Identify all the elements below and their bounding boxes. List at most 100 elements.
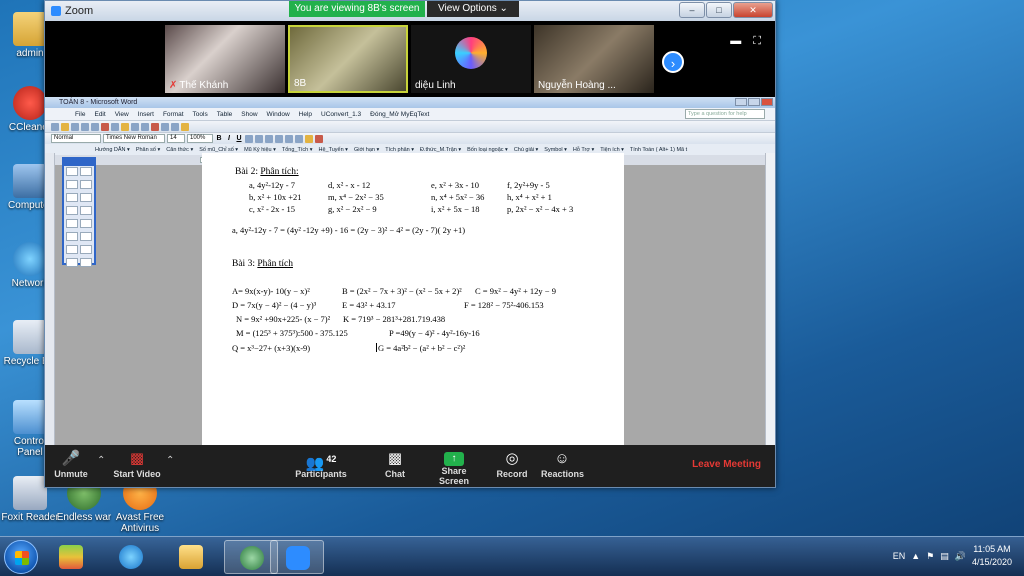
menu-window[interactable]: Window [267, 111, 290, 118]
columns-icon[interactable] [171, 122, 179, 131]
minimize-button[interactable]: – [679, 2, 705, 18]
start-button[interactable] [4, 540, 38, 574]
addin-phan-so[interactable]: Phân số ▾ [136, 147, 160, 153]
addin-mu-ky-hieu[interactable]: Mũ Ký hiệu ▾ [244, 147, 276, 153]
eq-tool-icon[interactable] [66, 232, 78, 241]
show-hidden-icons[interactable]: ▲ [911, 551, 920, 561]
style-select[interactable]: Normal [51, 134, 101, 143]
font-size-select[interactable]: 14 [167, 134, 185, 143]
taskbar-zoom[interactable] [270, 540, 324, 574]
menu-file[interactable]: File [75, 111, 85, 118]
eq-tool-icon[interactable] [66, 180, 78, 189]
network-icon[interactable]: ▤ [940, 551, 949, 562]
text-color-icon[interactable] [315, 134, 323, 143]
word-maximize-button[interactable] [748, 98, 760, 106]
underline-button[interactable]: U [235, 135, 243, 142]
eq-tool-icon[interactable] [66, 167, 78, 176]
view-options-button[interactable]: View Options ⌄ [427, 1, 519, 17]
word-minimize-button[interactable] [735, 98, 747, 106]
eq-tool-icon[interactable] [80, 206, 92, 215]
next-page-arrow-icon[interactable]: › [662, 51, 684, 73]
audio-options-caret-icon[interactable]: ⌃ [97, 455, 105, 466]
numbering-icon[interactable] [285, 134, 293, 143]
maximize-button[interactable]: □ [706, 2, 732, 18]
participant-tile[interactable]: Nguyễn Hoàng ... [534, 25, 654, 93]
eq-tool-icon[interactable] [80, 232, 92, 241]
menu-help[interactable]: Help [299, 111, 312, 118]
share-screen-button[interactable]: ↑ Share Screen [428, 449, 480, 486]
participant-tile[interactable]: diệu Linh [411, 25, 531, 93]
undo-icon[interactable] [131, 122, 139, 131]
align-right-icon[interactable] [265, 134, 273, 143]
equation-toolbar[interactable] [62, 157, 96, 267]
vertical-ruler[interactable] [45, 153, 55, 445]
clock[interactable]: 11:05 AM 4/15/2020 [972, 543, 1012, 569]
eq-tool-icon[interactable] [80, 245, 92, 254]
eq-tool-icon[interactable] [66, 245, 78, 254]
eq-tool-icon[interactable] [66, 206, 78, 215]
table-icon[interactable] [161, 122, 169, 131]
menu-tools[interactable]: Tools [193, 111, 208, 118]
addin-ngoac[interactable]: Bốn loại ngoặc ▾ [467, 147, 508, 153]
record-button[interactable]: ◎ Record [495, 449, 529, 479]
menu-insert[interactable]: Insert [138, 111, 154, 118]
participants-button[interactable]: 👥 42 Participants [295, 449, 347, 479]
taskbar-bluestacks[interactable] [44, 540, 98, 574]
addin-he-tuyen[interactable]: Hệ_Tuyển ▾ [318, 147, 347, 153]
eq-tool-icon[interactable] [66, 219, 78, 228]
menu-table[interactable]: Table [217, 111, 233, 118]
addin-ho-tro[interactable]: Hỗ Trợ ▾ [573, 147, 594, 153]
addin-can-thuc[interactable]: Căn thức ▾ [166, 147, 193, 153]
menu-format[interactable]: Format [163, 111, 184, 118]
eq-tool-icon[interactable] [66, 193, 78, 202]
volume-icon[interactable]: 🔊 [955, 551, 966, 562]
taskbar-internet-explorer[interactable] [104, 540, 158, 574]
vertical-scrollbar[interactable] [765, 153, 775, 445]
document-page[interactable]: Bài 2: Phân tích: a, 4y²-12y - 7 d, x² - … [202, 153, 624, 445]
leave-meeting-button[interactable]: Leave Meeting [692, 459, 761, 470]
font-select[interactable]: Times New Roman [103, 134, 165, 143]
language-indicator[interactable]: EN [893, 551, 906, 561]
taskbar-file-explorer[interactable] [164, 540, 218, 574]
eq-tool-icon[interactable] [80, 193, 92, 202]
italic-button[interactable]: I [225, 135, 233, 142]
open-icon[interactable] [61, 122, 69, 131]
bold-button[interactable]: B [215, 135, 223, 142]
menu-view[interactable]: View [115, 111, 129, 118]
addin-tien-ich[interactable]: Tiện ích ▾ [600, 147, 624, 153]
close-button[interactable]: ✕ [733, 2, 773, 18]
font-color-icon[interactable] [151, 122, 159, 131]
eq-tool-icon[interactable] [80, 167, 92, 176]
justify-icon[interactable] [275, 134, 283, 143]
addin-tong-tich[interactable]: Tổng_Tích ▾ [282, 147, 313, 153]
spell-check-icon[interactable] [91, 122, 99, 131]
copy-icon[interactable] [111, 122, 119, 131]
menu-edit[interactable]: Edit [94, 111, 105, 118]
bullets-icon[interactable] [295, 134, 303, 143]
help-search-input[interactable]: Type a question for help [685, 109, 765, 119]
menu-myeqtext[interactable]: Đóng_Mở MyEqText [370, 111, 429, 118]
fullscreen-icon[interactable]: ⛶ [753, 35, 761, 48]
start-video-button[interactable]: ▩ Start Video [109, 449, 165, 479]
chat-button[interactable]: ▩ Chat [380, 449, 410, 479]
drawing-icon[interactable] [181, 122, 189, 131]
eq-tool-icon[interactable] [80, 180, 92, 189]
cut-icon[interactable] [101, 122, 109, 131]
redo-icon[interactable] [141, 122, 149, 131]
highlight-icon[interactable] [305, 134, 313, 143]
eq-tool-icon[interactable] [80, 258, 92, 267]
new-doc-icon[interactable] [51, 122, 59, 131]
paste-icon[interactable] [121, 122, 129, 131]
addin-huong-dan[interactable]: Hướng DẪN ▾ [95, 147, 130, 153]
participant-tile[interactable]: 8B [288, 25, 408, 93]
unmute-button[interactable]: 🎤 Unmute [51, 449, 91, 479]
addin-chu-giai[interactable]: Chú giải ▾ [514, 147, 538, 153]
menu-uconvert[interactable]: UConvert_1.3 [321, 111, 361, 118]
flag-icon[interactable]: ⚑ [926, 551, 934, 562]
addin-tich-phan[interactable]: Tích phân ▾ [385, 147, 414, 153]
zoom-select[interactable]: 100% [187, 134, 213, 143]
participant-tile[interactable]: ✗ Thế Khánh [165, 25, 285, 93]
gallery-view-icon[interactable]: ▬ [730, 35, 741, 48]
align-left-icon[interactable] [245, 134, 253, 143]
print-icon[interactable] [81, 122, 89, 131]
